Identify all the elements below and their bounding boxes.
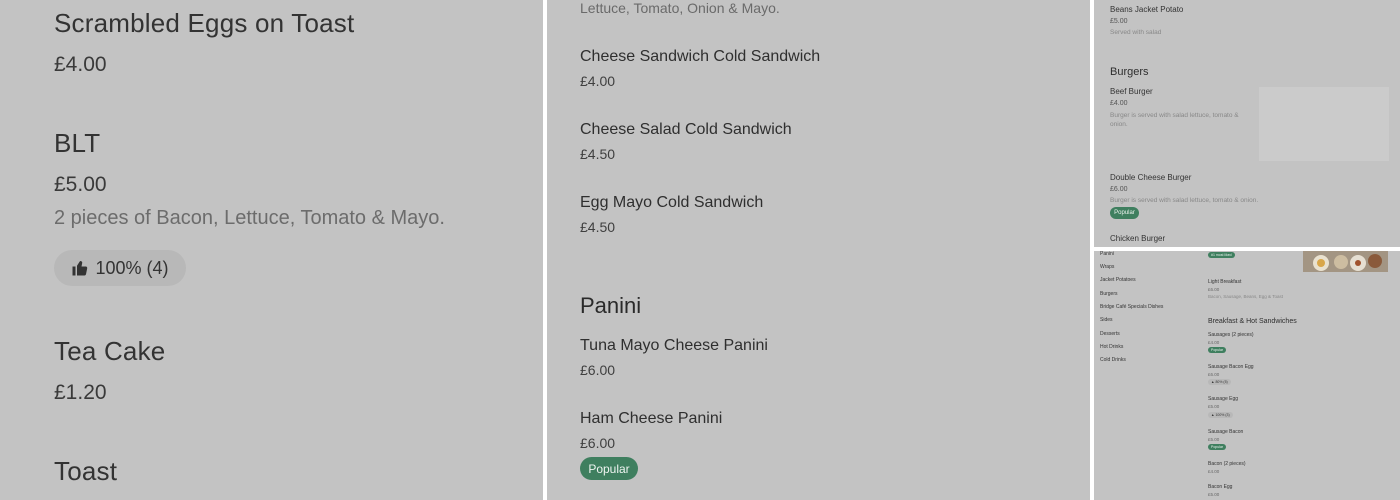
nav-item-cold-drinks[interactable]: Cold Drinks	[1100, 357, 1126, 363]
rating-badge: ▲ 100% (3)	[1208, 412, 1233, 418]
menu-panel-overview: Panini Wraps Jacket Potatoes Burgers Bri…	[1094, 251, 1400, 500]
item-price: £5.00	[1208, 492, 1220, 497]
menu-item-scrambled-eggs[interactable]: Scrambled Eggs on Toast £4.00	[54, 8, 354, 77]
menu-panel-zoom-medium: Lettuce, Tomato, Onion & Mayo. Cheese Sa…	[547, 0, 1090, 500]
item-price: £5.00	[1208, 437, 1220, 442]
menu-item-ham-cheese-panini[interactable]: Ham Cheese Panini £6.00	[580, 410, 722, 451]
item-price: £1.20	[54, 381, 107, 404]
menu-item-sausage-egg[interactable]: Sausage Egg £5.00	[1208, 396, 1238, 409]
item-price: £4.00	[1208, 340, 1220, 345]
thumbs-up-icon: ▲	[1211, 413, 1215, 417]
menu-item-bacon-2-pieces[interactable]: Bacon (2 pieces) £4.00	[1208, 461, 1246, 474]
nav-item-desserts[interactable]: Desserts	[1100, 331, 1120, 337]
item-price: £4.50	[580, 146, 616, 162]
item-description: Lettuce, Tomato, Onion & Mayo.	[580, 0, 780, 16]
item-price: £5.00	[1110, 18, 1128, 25]
item-name: Bacon (2 pieces)	[1208, 461, 1246, 467]
item-name: Light Breakfast	[1208, 279, 1242, 285]
menu-item-tea-cake[interactable]: Tea Cake £1.20	[54, 336, 165, 405]
item-price: £5.00	[54, 173, 107, 196]
item-name: Beef Burger	[1110, 87, 1153, 96]
item-price: £4.00	[54, 53, 107, 76]
section-heading-panini: Panini	[580, 293, 642, 318]
item-name: Tuna Mayo Cheese Panini	[580, 337, 768, 354]
nav-item-burgers[interactable]: Burgers	[1100, 291, 1118, 297]
menu-item-chicken-burger[interactable]: Chicken Burger	[1110, 234, 1165, 243]
menu-item-double-cheese-burger[interactable]: Double Cheese Burger £6.00 Burger is ser…	[1110, 173, 1258, 204]
item-name: Ham Cheese Panini	[580, 410, 723, 427]
item-name: Toast	[54, 456, 118, 486]
thumbs-up-icon: ▲	[1211, 380, 1215, 384]
nav-item-jacket-potatoes[interactable]: Jacket Potatoes	[1100, 277, 1136, 283]
menu-item-beans-jacket-potato[interactable]: Beans Jacket Potato £5.00 Served with sa…	[1110, 5, 1183, 36]
item-price: £4.00	[580, 73, 616, 89]
item-name: Double Cheese Burger	[1110, 173, 1192, 182]
item-price: £4.50	[580, 219, 616, 235]
food-photo-icon	[1303, 251, 1388, 272]
item-price: £6.00	[1110, 186, 1128, 193]
item-name: Beans Jacket Potato	[1110, 5, 1184, 14]
item-description: Burger is served with salad lettuce, tom…	[1110, 197, 1259, 204]
menu-item-bacon-egg[interactable]: Bacon Egg £5.00	[1208, 484, 1232, 497]
item-name: Sausage Bacon	[1208, 429, 1244, 435]
popular-badge: Popular	[1208, 444, 1227, 450]
most-liked-badge: #1 most liked	[1208, 252, 1235, 258]
nav-item-hot-drinks[interactable]: Hot Drinks	[1100, 344, 1123, 350]
popular-badge: Popular	[1208, 347, 1227, 353]
item-price: £4.00	[1110, 100, 1128, 107]
menu-item-beef-burger[interactable]: Beef Burger £4.00 Burger is served with …	[1110, 87, 1250, 129]
section-heading-breakfast: Breakfast & Hot Sandwiches	[1208, 318, 1297, 325]
item-image-placeholder	[1259, 87, 1389, 161]
thumbs-up-icon	[72, 261, 88, 276]
rating-text: 100% (3)	[1215, 413, 1230, 417]
nav-item-specials[interactable]: Bridge Café Specials Dishes	[1100, 304, 1163, 310]
menu-item-tuna-mayo-panini[interactable]: Tuna Mayo Cheese Panini £6.00	[580, 337, 768, 378]
menu-item-light-breakfast[interactable]: Light Breakfast £6.00 Bacon, Sausage, Be…	[1208, 279, 1283, 299]
item-price: £4.00	[1208, 469, 1220, 474]
item-name: Cheese Sandwich Cold Sandwich	[580, 48, 821, 65]
nav-item-panini[interactable]: Panini	[1100, 251, 1114, 257]
item-name: Sausage Bacon Egg	[1208, 364, 1254, 370]
menu-item-egg-mayo-sandwich[interactable]: Egg Mayo Cold Sandwich £4.50	[580, 194, 763, 235]
item-name: BLT	[54, 128, 101, 158]
rating-text: 80% (5)	[1215, 380, 1228, 384]
popular-badge: Popular	[1110, 207, 1139, 219]
menu-item-toast[interactable]: Toast	[54, 456, 117, 487]
item-description: Bacon, Sausage, Beans, Egg & Toast	[1208, 294, 1283, 299]
menu-item-cheese-salad-sandwich[interactable]: Cheese Salad Cold Sandwich £4.50	[580, 121, 792, 162]
food-image	[1303, 251, 1388, 272]
menu-item-sausage-bacon-egg[interactable]: Sausage Bacon Egg £6.00	[1208, 364, 1254, 377]
section-heading-burgers: Burgers	[1110, 66, 1149, 78]
item-name: Scrambled Eggs on Toast	[54, 8, 355, 38]
item-description: 2 pieces of Bacon, Lettuce, Tomato & May…	[54, 207, 445, 229]
menu-item-sausage-bacon[interactable]: Sausage Bacon £5.00	[1208, 429, 1243, 442]
menu-item-blt[interactable]: BLT £5.00 2 pieces of Bacon, Lettuce, To…	[54, 128, 445, 230]
item-name: Sausage Egg	[1208, 396, 1239, 402]
rating-text: 100% (4)	[95, 257, 169, 278]
menu-panel-burgers: Beans Jacket Potato £5.00 Served with sa…	[1094, 0, 1400, 247]
item-price: £5.00	[1208, 404, 1220, 409]
nav-item-wraps[interactable]: Wraps	[1100, 264, 1114, 270]
menu-item-cheese-sandwich[interactable]: Cheese Sandwich Cold Sandwich £4.00	[580, 48, 820, 89]
menu-panel-zoom-large: Scrambled Eggs on Toast £4.00 BLT £5.00 …	[0, 0, 543, 500]
item-price: £6.00	[580, 435, 616, 451]
rating-badge: 100% (4)	[54, 250, 186, 286]
item-name: Tea Cake	[54, 336, 166, 366]
item-description: Burger is served with salad lettuce, tom…	[1110, 112, 1239, 128]
item-name: Chicken Burger	[1110, 234, 1166, 243]
item-description: Served with salad	[1110, 29, 1162, 36]
item-name: Cheese Salad Cold Sandwich	[580, 121, 792, 138]
popular-badge: Popular	[580, 457, 638, 480]
rating-badge: ▲ 80% (5)	[1208, 379, 1231, 385]
item-price: £6.00	[580, 362, 616, 378]
item-name: Bacon Egg	[1208, 484, 1233, 490]
menu-item-sausages[interactable]: Sausages (2 pieces) £4.00	[1208, 332, 1254, 345]
item-price: £6.00	[1208, 287, 1220, 292]
item-name: Egg Mayo Cold Sandwich	[580, 194, 764, 211]
nav-item-sides[interactable]: Sides	[1100, 317, 1113, 323]
item-price: £6.00	[1208, 372, 1220, 377]
item-name: Sausages (2 pieces)	[1208, 332, 1254, 338]
